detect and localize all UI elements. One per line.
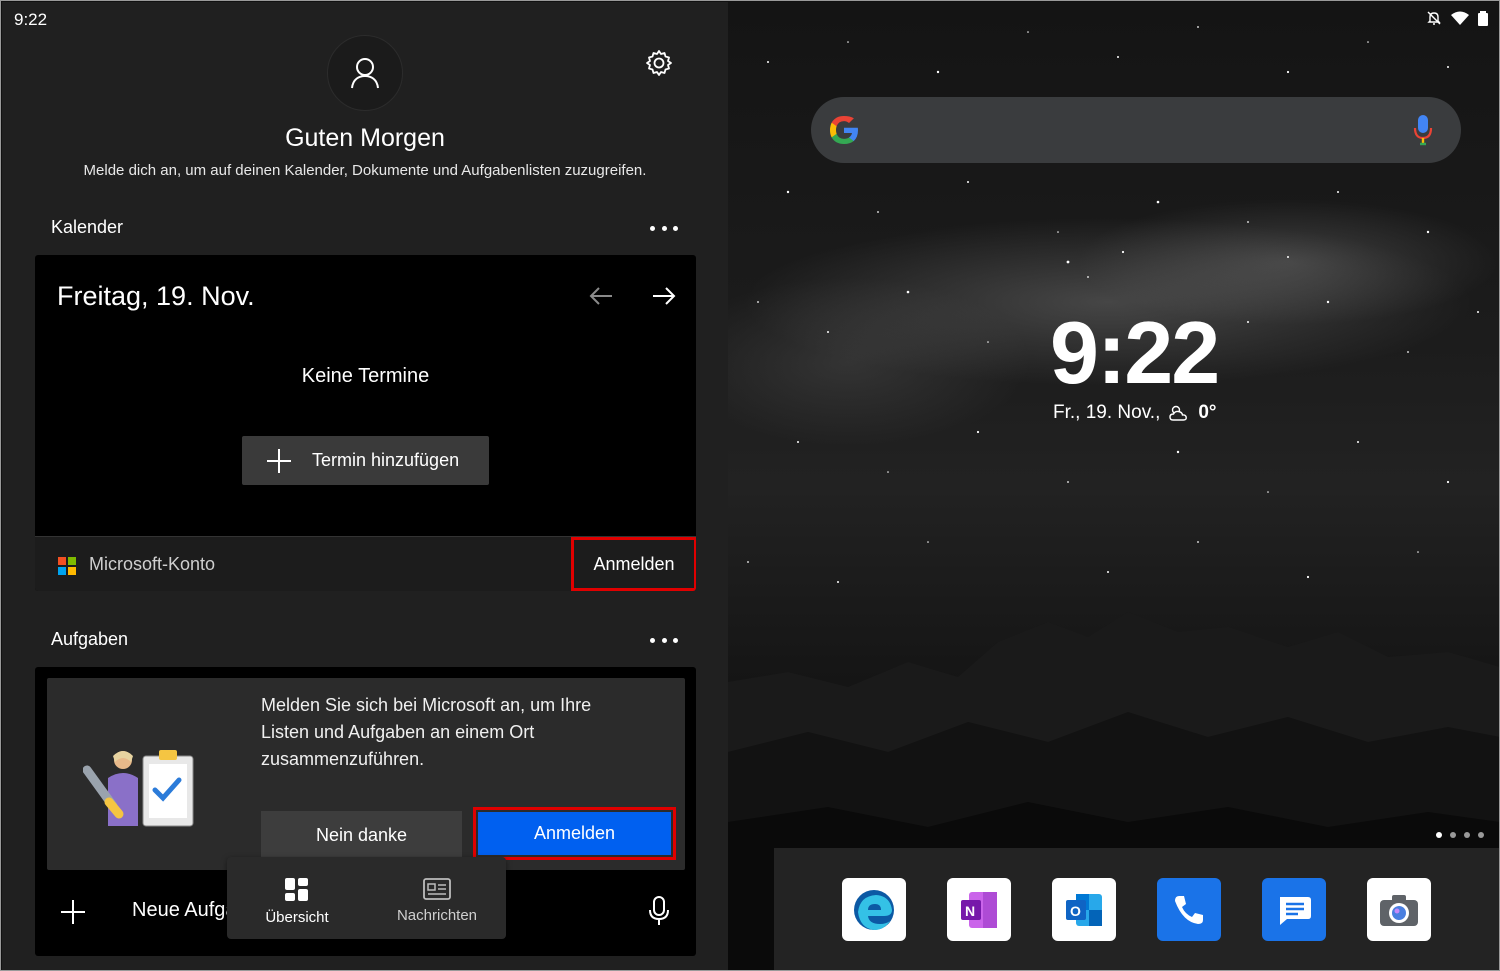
tasks-signin-button[interactable]: Anmelden	[478, 812, 671, 855]
home-date: Fr., 19. Nov.,	[1053, 402, 1161, 423]
svg-text:N: N	[965, 903, 975, 919]
google-search-bar[interactable]	[811, 97, 1461, 163]
arrow-right-icon[interactable]	[651, 283, 677, 309]
app-dock: N O	[774, 848, 1499, 970]
calendar-date: Freitag, 19. Nov.	[57, 281, 255, 311]
new-task-input[interactable]: Neue Aufgabe	[132, 899, 232, 922]
plus-icon	[267, 448, 291, 473]
calendar-more-button[interactable]	[650, 220, 678, 236]
add-event-button[interactable]: Termin hinzufügen	[242, 436, 489, 485]
svg-text:O: O	[1070, 903, 1081, 919]
greeting-title: Guten Morgen	[285, 124, 445, 152]
page-indicator[interactable]	[1436, 832, 1484, 838]
nav-news[interactable]: Nachrichten	[367, 857, 507, 939]
wifi-icon	[1451, 11, 1469, 25]
page-dot	[1450, 832, 1456, 838]
launcher-feed: 9:22 Guten Morgen Melde dich an, um auf …	[2, 2, 728, 970]
tasks-signin-prompt: Melden Sie sich bei Microsoft an, um Ihr…	[261, 695, 592, 769]
page-dot	[1436, 832, 1442, 838]
home-date-weather[interactable]: Fr., 19. Nov., 0°	[1053, 402, 1217, 424]
screen-frame: 9:22 Guten Morgen Melde dich an, um auf …	[0, 0, 1500, 971]
add-event-label: Termin hinzufügen	[312, 450, 460, 470]
tasks-section-title: Aufgaben	[51, 629, 129, 649]
tasks-signin-panel: Melden Sie sich bei Microsoft an, um Ihr…	[47, 678, 685, 870]
onenote-logo-icon: N	[961, 891, 997, 928]
status-icons	[1426, 10, 1488, 26]
settings-button[interactable]	[642, 46, 676, 80]
arrow-left-icon[interactable]	[588, 283, 614, 309]
edge-logo-icon	[854, 889, 894, 930]
camera-icon[interactable]	[1367, 878, 1431, 941]
outlook-logo-icon: O	[1066, 893, 1102, 926]
microsoft-logo-icon	[58, 557, 76, 575]
battery-icon	[1478, 11, 1488, 26]
person-icon	[351, 58, 379, 89]
phone-handset-icon	[1175, 895, 1203, 924]
decline-button[interactable]: Nein danke	[261, 811, 462, 859]
page-dot	[1478, 832, 1484, 838]
outlook-icon[interactable]: O	[1052, 878, 1116, 941]
gear-icon	[646, 50, 672, 76]
microsoft-account-label: Microsoft-Konto	[89, 554, 216, 574]
no-events-text: Keine Termine	[301, 365, 430, 387]
chat-bubble-icon	[1280, 896, 1311, 925]
onenote-icon[interactable]: N	[947, 878, 1011, 941]
profile-avatar[interactable]	[327, 35, 403, 111]
dot	[673, 637, 678, 643]
dot	[661, 225, 667, 231]
add-task-icon[interactable]	[59, 898, 87, 926]
home-screen: 9:22 Fr., 19. Nov., 0° N O	[728, 2, 1499, 970]
dot	[661, 637, 667, 643]
camera-lens-icon	[1380, 894, 1418, 926]
home-temperature: 0°	[1198, 402, 1217, 423]
nav-overview[interactable]: Übersicht	[227, 857, 367, 939]
dot	[650, 225, 655, 231]
dashboard-icon	[285, 878, 308, 901]
google-logo-icon	[830, 116, 858, 144]
edge-icon[interactable]	[842, 878, 906, 941]
messages-icon[interactable]	[1262, 878, 1326, 941]
calendar-signin-button[interactable]: Anmelden	[571, 537, 696, 591]
bell-off-icon	[1427, 11, 1441, 25]
dot	[650, 637, 655, 643]
nav-overview-label: Übersicht	[265, 909, 329, 926]
page-dot	[1464, 832, 1470, 838]
signin-highlight: Anmelden	[473, 807, 676, 860]
todo-illustration-icon	[83, 750, 194, 827]
voice-search-icon[interactable]	[1413, 113, 1433, 147]
microphone-icon[interactable]	[647, 895, 671, 927]
news-icon	[423, 878, 451, 900]
status-time: 9:22	[14, 10, 48, 29]
home-clock[interactable]: 9:22	[1050, 302, 1220, 404]
tasks-more-button[interactable]	[650, 632, 678, 648]
phone-icon[interactable]	[1157, 878, 1221, 941]
calendar-card: Freitag, 19. Nov. Keine Termine Termin h…	[35, 255, 696, 591]
bottom-navigation: Übersicht Nachrichten	[227, 857, 506, 939]
dot	[673, 225, 678, 231]
calendar-footer: Microsoft-Konto Anmelden	[35, 536, 696, 591]
signin-hint: Melde dich an, um auf deinen Kalender, D…	[83, 162, 647, 179]
calendar-section-title: Kalender	[51, 217, 124, 237]
nav-news-label: Nachrichten	[396, 907, 478, 924]
weather-cloudy-icon	[1169, 405, 1188, 421]
